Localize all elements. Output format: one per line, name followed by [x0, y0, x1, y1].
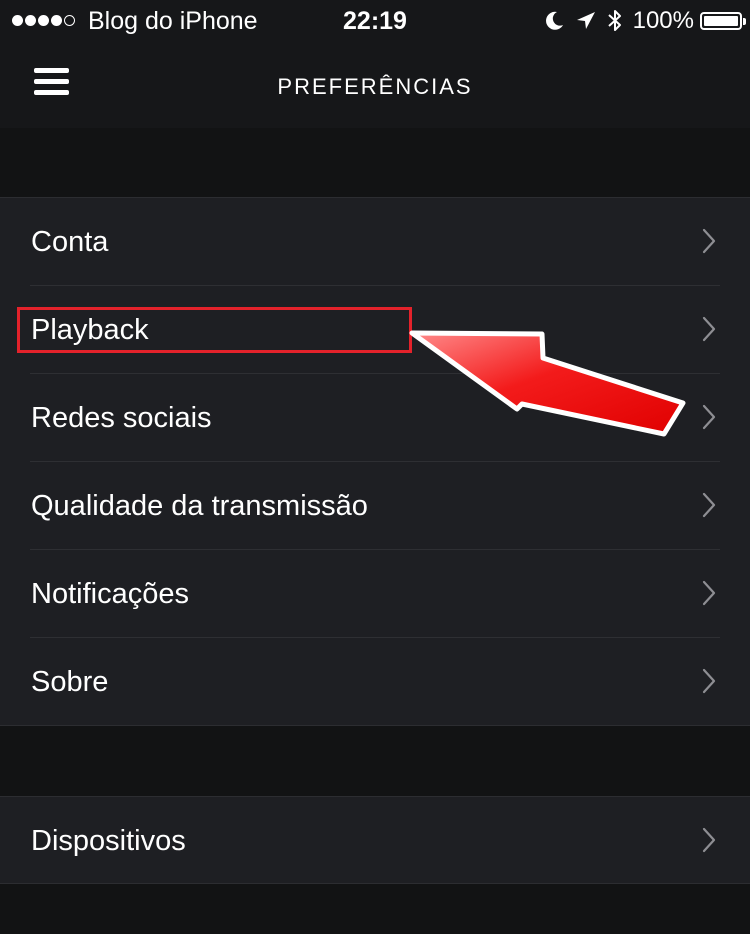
settings-group-devices: Dispositivos	[0, 796, 750, 884]
chevron-right-icon	[702, 827, 716, 853]
settings-row-label: Sobre	[31, 666, 109, 698]
status-indicators: 100%	[543, 7, 746, 35]
chevron-right-icon	[702, 492, 716, 518]
settings-row-label: Dispositivos	[31, 825, 186, 857]
settings-row-notificacoes[interactable]: Notificações	[0, 550, 750, 638]
location-arrow-icon	[576, 12, 595, 29]
settings-row-sobre[interactable]: Sobre	[0, 638, 750, 726]
settings-row-redes-sociais[interactable]: Redes sociais	[0, 374, 750, 462]
settings-group-main: Conta Playback Redes sociais Qualidade d…	[0, 197, 750, 726]
battery-percentage: 100%	[632, 7, 694, 34]
bluetooth-icon	[607, 10, 621, 31]
annotation-highlight-box	[17, 307, 412, 353]
battery-icon	[700, 12, 746, 30]
screen: Blog do iPhone 22:19 100% PREFERÊNCIAS C…	[0, 0, 750, 934]
chevron-right-icon	[702, 228, 716, 254]
navigation-bar: PREFERÊNCIAS	[0, 40, 750, 128]
settings-row-qualidade[interactable]: Qualidade da transmissão	[0, 462, 750, 550]
battery-fill	[704, 16, 738, 26]
settings-row-label: Redes sociais	[31, 402, 212, 434]
settings-row-label: Conta	[31, 226, 109, 258]
settings-row-conta[interactable]: Conta	[0, 198, 750, 286]
chevron-right-icon	[702, 668, 716, 694]
moon-icon	[545, 11, 563, 30]
chevron-right-icon	[702, 404, 716, 430]
chevron-right-icon	[702, 316, 716, 342]
settings-row-label: Notificações	[31, 578, 189, 610]
chevron-right-icon	[702, 580, 716, 606]
settings-row-label: Qualidade da transmissão	[31, 490, 368, 522]
status-bar: Blog do iPhone 22:19 100%	[0, 0, 750, 40]
settings-row-dispositivos[interactable]: Dispositivos	[0, 797, 750, 883]
page-title: PREFERÊNCIAS	[277, 74, 473, 99]
battery-tip	[743, 18, 746, 25]
